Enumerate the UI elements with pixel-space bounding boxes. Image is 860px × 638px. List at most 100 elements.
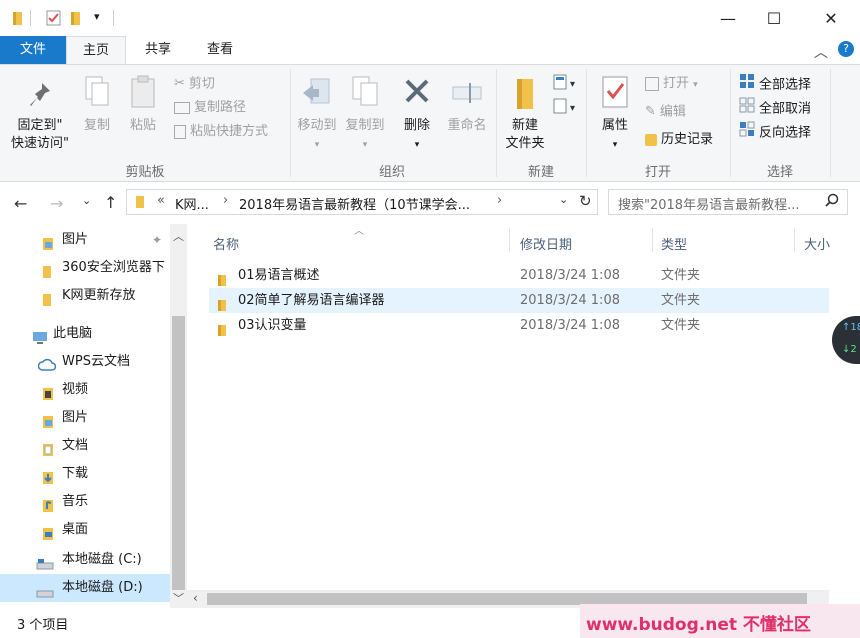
history-button[interactable]: 历史记录 [645, 129, 713, 151]
folder-icon [12, 10, 24, 30]
recent-locations-chevron-icon[interactable]: ⌄ [82, 194, 91, 207]
tab-home[interactable]: 主页 [66, 36, 126, 64]
tab-share[interactable]: 共享 [128, 36, 188, 64]
nav-item-documents[interactable]: 文档 [0, 432, 170, 460]
nav-item-pictures-pinned[interactable]: 图片 ✦ [0, 226, 170, 254]
pin-icon [30, 83, 50, 106]
nav-item-wps-cloud[interactable]: WPS云文档 [0, 348, 170, 376]
tab-file[interactable]: 文件 [0, 36, 66, 64]
nav-item-drive-c[interactable]: 本地磁盘 (C:) [0, 546, 170, 574]
scroll-up-icon[interactable]: ︿ [173, 228, 184, 244]
paste-icon [131, 75, 155, 108]
search-input[interactable]: 搜索"2018年易语言最新教程... [618, 194, 799, 213]
nav-item-k-net-updates[interactable]: K网更新存放 [0, 282, 170, 310]
column-header-type[interactable]: 类型 [661, 234, 687, 253]
invert-selection-button[interactable]: 反向选择 [739, 121, 811, 143]
file-name: 01易语言概述 [238, 268, 320, 283]
up-arrow-icon[interactable]: ↑ [104, 193, 117, 212]
column-header-date[interactable]: 修改日期 [520, 234, 572, 253]
breadcrumb-k-net[interactable]: K网... [175, 194, 209, 213]
move-to-icon [303, 78, 330, 104]
group-label-clipboard: 剪贴板 [125, 165, 165, 180]
group-label-open: 打开 [644, 165, 671, 180]
nav-label: 桌面 [62, 522, 89, 537]
properties-button[interactable]: 属性 ▾ [592, 75, 638, 154]
svg-text:▾: ▾ [570, 79, 575, 90]
delete-button[interactable]: 删除 ▾ [396, 75, 438, 154]
new-item-icon[interactable]: ▾ [552, 73, 580, 97]
nav-label: 文档 [62, 438, 89, 453]
address-bar[interactable]: « K网... › 2018年易语言最新教程（10节课学会... › ⌄ ↻ [126, 189, 598, 215]
collapse-ribbon-icon[interactable]: ︿ [814, 42, 828, 62]
nav-label: 本地磁盘 (C:) [62, 552, 142, 567]
tab-view[interactable]: 查看 [190, 36, 250, 64]
nav-item-music[interactable]: 音乐 [0, 488, 170, 516]
column-divider[interactable] [652, 228, 653, 252]
pin-label-2: 快速访问" [11, 136, 69, 151]
address-history-chevron-icon[interactable]: ⌄ [559, 193, 568, 206]
forward-arrow-icon[interactable]: → [50, 194, 63, 213]
title-bar: ▾ — ☐ ✕ [0, 0, 860, 36]
file-row[interactable]: 01易语言概述 2018/3/24 1:08 文件夹 [209, 263, 829, 288]
copy-label: 复制 [83, 118, 110, 133]
file-row-hovered[interactable]: 02简单了解易语言编译器 2018/3/24 1:08 文件夹 [209, 288, 829, 313]
copy-to-button[interactable]: 复制到 ▾ [342, 75, 388, 154]
column-divider[interactable] [794, 228, 795, 252]
maximize-button[interactable]: ☐ [751, 0, 797, 36]
copy-button[interactable]: 复制 [76, 75, 118, 135]
edit-button[interactable]: ✎ 编辑 [645, 101, 686, 123]
column-divider[interactable] [509, 228, 510, 252]
rename-button[interactable]: 重命名 [442, 75, 492, 135]
nav-label: 图片 [62, 232, 89, 247]
select-none-button[interactable]: 全部取消 [739, 97, 811, 119]
new-folder-icon[interactable] [70, 10, 82, 30]
properties-check-icon[interactable] [46, 10, 62, 30]
copy-path-label: 复制路径 [194, 100, 247, 115]
new-folder-label-1: 新建 [511, 118, 538, 133]
scroll-down-icon[interactable]: ﹀ [173, 590, 184, 606]
new-folder-button[interactable]: 新建 文件夹 [500, 75, 550, 153]
paste-shortcut-button[interactable]: 粘贴快捷方式 [174, 121, 268, 143]
cut-button[interactable]: ✂ 剪切 [174, 73, 215, 95]
select-all-button[interactable]: 全部选择 [739, 73, 811, 95]
open-button[interactable]: 打开 ▾ [645, 73, 698, 95]
customize-qat-dropdown[interactable]: ▾ [94, 10, 100, 23]
paste-button[interactable]: 粘贴 [122, 75, 164, 135]
search-box[interactable]: 搜索"2018年易语言最新教程... [608, 189, 848, 215]
svg-text:▾: ▾ [570, 103, 575, 114]
pin-quick-access-button[interactable]: 固定到" 快速访问" [8, 79, 72, 153]
nav-item-360-browser[interactable]: 360安全浏览器下 [0, 254, 170, 282]
minimize-button[interactable]: — [705, 0, 751, 36]
move-to-button[interactable]: 移动到 ▾ [294, 75, 340, 154]
breadcrumb-separator-icon[interactable]: › [497, 193, 502, 208]
back-arrow-icon[interactable]: ← [14, 194, 27, 213]
desktop-icon [42, 524, 54, 544]
nav-scrollbar[interactable]: ︿ ﹀ [170, 224, 187, 608]
nav-item-downloads[interactable]: 下载 [0, 460, 170, 488]
refresh-icon[interactable]: ↻ [579, 192, 592, 210]
copy-path-button[interactable]: 复制路径 [174, 97, 246, 119]
file-row[interactable]: 03认识变量 2018/3/24 1:08 文件夹 [209, 313, 829, 338]
column-header-name[interactable]: 名称 [213, 234, 239, 253]
computer-icon [32, 328, 48, 348]
nav-item-drive-d[interactable]: 本地磁盘 (D:) [0, 574, 170, 602]
nav-item-pictures[interactable]: 图片 [0, 404, 170, 432]
close-button[interactable]: ✕ [808, 0, 854, 36]
select-all-icon [739, 73, 755, 97]
easy-access-icon[interactable]: ▾ [552, 97, 580, 121]
breadcrumb-current-folder[interactable]: 2018年易语言最新教程（10节课学会... [239, 194, 470, 213]
drive-icon [36, 554, 54, 574]
breadcrumb-separator-icon[interactable]: › [223, 193, 228, 208]
divider [30, 10, 31, 26]
scroll-left-icon[interactable]: ‹ [193, 591, 198, 605]
nav-item-this-pc[interactable]: 此电脑 [0, 320, 170, 348]
nav-item-videos[interactable]: 视频 [0, 376, 170, 404]
pin-icon[interactable]: ✦ [152, 226, 162, 254]
column-header-size[interactable]: 大小 [804, 234, 830, 253]
help-icon[interactable]: ? [838, 41, 854, 57]
nav-scroll-thumb[interactable] [172, 316, 185, 590]
search-icon[interactable] [825, 193, 839, 211]
nav-label: 此电脑 [53, 326, 93, 341]
nav-item-desktop[interactable]: 桌面 [0, 516, 170, 544]
overflow-crumbs-icon[interactable]: « [157, 193, 165, 208]
